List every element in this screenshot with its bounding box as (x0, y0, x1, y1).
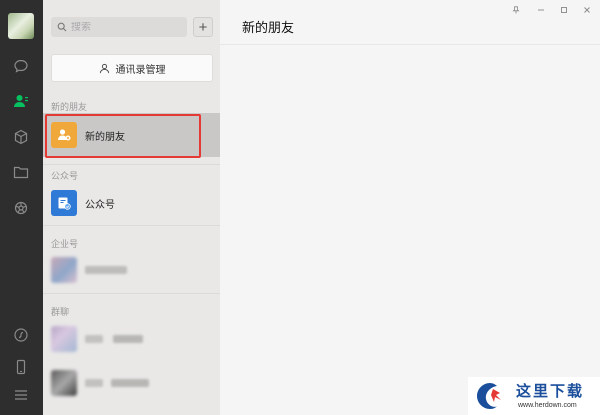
contacts-icon[interactable] (12, 92, 30, 110)
avatar (51, 257, 77, 283)
blurred-name (85, 266, 127, 274)
contacts-manage-button[interactable]: 通讯录管理 (51, 54, 213, 82)
minimize-icon[interactable] (535, 4, 547, 16)
contact-list-pane: + 通讯录管理 新的朋友 新的朋友 公众号 公众号 企业号 群聊 (43, 0, 220, 415)
watermark-logo-icon (477, 383, 501, 409)
contacts-manage-label: 通讯录管理 (115, 64, 166, 76)
search-input[interactable] (71, 21, 171, 33)
list-item-official-accounts[interactable]: 公众号 (43, 181, 220, 225)
avatar (51, 370, 77, 396)
list-item-label: 新的朋友 (85, 131, 125, 143)
nav-rail (0, 0, 43, 415)
blurred-name (113, 335, 143, 343)
list-item-new-friends[interactable]: 新的朋友 (43, 113, 220, 157)
mini-program-cube-icon[interactable] (12, 128, 30, 146)
phone-icon[interactable] (12, 358, 30, 376)
blurred-name (85, 379, 103, 387)
list-item-group-blurred[interactable] (43, 361, 220, 405)
moments-icon[interactable] (12, 199, 30, 217)
avatar (51, 326, 77, 352)
menu-icon[interactable] (12, 386, 30, 404)
watermark-title: 这里下载 (516, 382, 585, 400)
official-account-icon (51, 190, 77, 216)
divider (43, 293, 220, 294)
divider (43, 225, 220, 226)
list-item-label: 公众号 (85, 199, 115, 211)
blurred-name (85, 335, 103, 343)
maximize-icon[interactable] (558, 4, 570, 16)
page-title: 新的朋友 (242, 20, 295, 35)
add-button[interactable]: + (193, 17, 213, 37)
chat-icon[interactable] (12, 57, 30, 75)
mini-program-icon[interactable] (12, 326, 30, 344)
new-friend-icon (51, 122, 77, 148)
blurred-name (111, 379, 149, 387)
watermark-url: www.herdown.com (518, 402, 577, 409)
divider (43, 164, 220, 165)
watermark: 这里下载 www.herdown.com (468, 377, 600, 415)
main-pane: 新的朋友 (220, 0, 600, 415)
list-item-enterprise-blurred[interactable] (43, 248, 220, 292)
section-label-new-friends: 新的朋友 (51, 102, 88, 112)
close-icon[interactable] (581, 4, 593, 16)
search-box[interactable] (51, 17, 187, 37)
contacts-manage-icon (99, 63, 109, 73)
list-item-group-blurred[interactable] (43, 317, 220, 361)
search-icon (57, 22, 67, 32)
pin-icon[interactable] (510, 4, 522, 16)
avatar[interactable] (8, 13, 34, 39)
folder-icon[interactable] (12, 163, 30, 181)
